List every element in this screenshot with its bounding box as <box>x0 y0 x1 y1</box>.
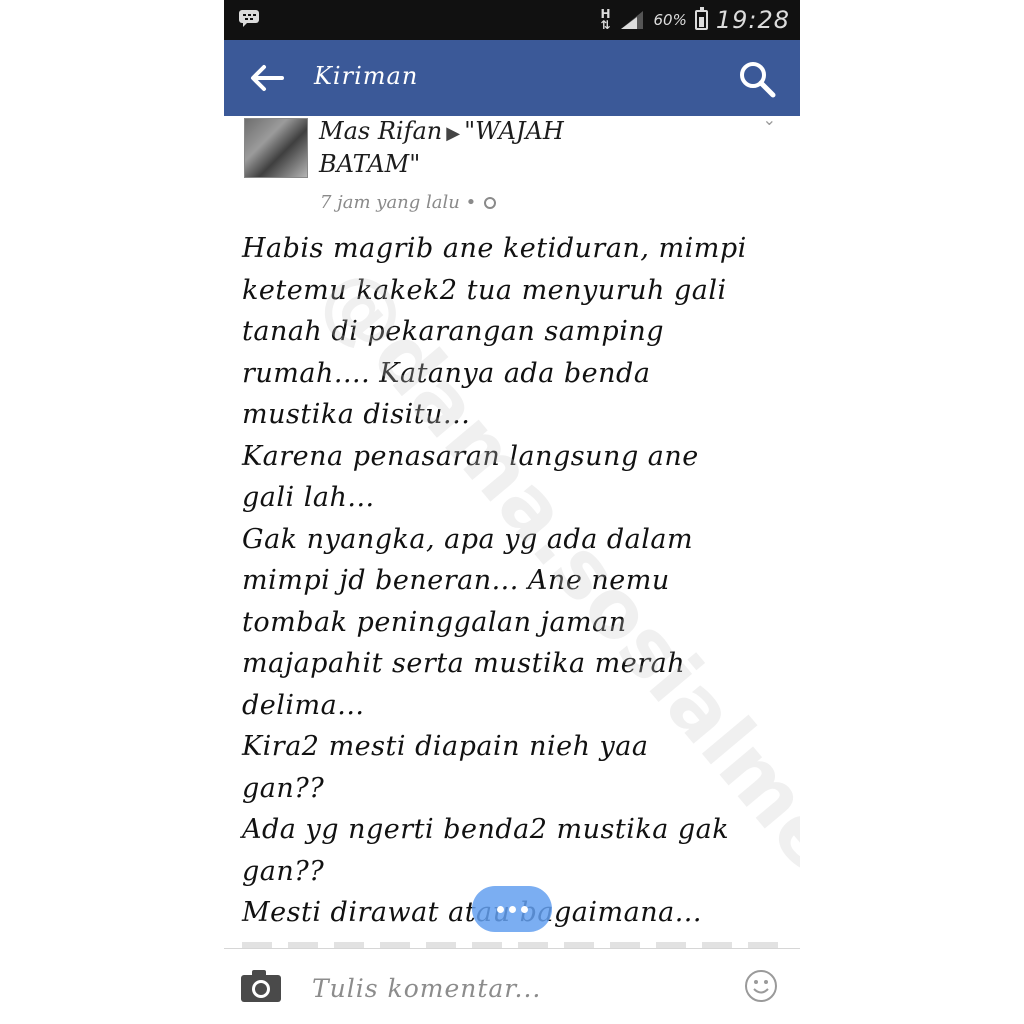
post-body-line: Gak nyangka, apa yg ada dalam <box>242 523 694 555</box>
post-body-line: Habis magrib ane ketiduran, mimpi <box>242 233 747 264</box>
comment-bar <box>224 948 800 1024</box>
dot-icon <box>508 905 516 913</box>
post-author-line: Mas Rifan ▶ "WAJAH BATAM" <box>319 116 649 179</box>
post-body-line: mustika disitu... <box>242 399 471 430</box>
arrow-right-icon: ▶ <box>446 123 461 144</box>
post-body-line: gan?? <box>242 772 325 804</box>
post-body-line: gali lah... <box>242 482 375 513</box>
post-body-line: tanah di pekarangan samping <box>242 316 665 347</box>
smiley-icon[interactable] <box>744 969 778 1003</box>
arrow-left-icon[interactable] <box>246 60 286 96</box>
dot-icon <box>496 905 504 913</box>
post-body-line: Ada yg ngerti benda2 mustika gak <box>242 814 730 845</box>
post-body-line: mimpi jd beneran... Ane nemu <box>242 565 670 596</box>
author-name[interactable]: Mas Rifan <box>319 117 442 145</box>
post-body-line: Kira2 mesti diapain nieh yaa <box>242 731 649 762</box>
globe-icon <box>483 197 496 209</box>
app-bar: Kiriman <box>224 40 800 116</box>
signal-icon <box>621 11 644 29</box>
post-body-line: majapahit serta mustika merah <box>242 648 686 679</box>
more-button[interactable] <box>472 886 552 932</box>
post-body-line: delima... <box>242 689 365 721</box>
avatar[interactable] <box>244 118 308 178</box>
clock: 19:28 <box>715 6 790 34</box>
post-meta: 7 jam yang lalu • <box>320 192 496 213</box>
phone-screen: H ⇅ 60% 19:28 Kiriman Mas Rifan ▶ "WAJAH BA… <box>224 0 800 1024</box>
post-body-line: Karena penasaran langsung ane <box>242 440 699 472</box>
comment-input[interactable] <box>310 967 704 1009</box>
battery-icon <box>694 7 708 30</box>
page-title: Kiriman <box>314 62 419 90</box>
bbm-icon <box>239 10 259 27</box>
battery-percent: 60% <box>653 11 687 29</box>
network-type: H ⇅ <box>600 7 611 32</box>
search-icon[interactable] <box>736 58 778 100</box>
post-body-line: rumah.... Katanya ada benda <box>242 357 651 389</box>
status-bar: H ⇅ 60% 19:28 <box>224 0 800 40</box>
chevron-down-icon[interactable]: ⌄ <box>763 110 776 129</box>
camera-icon[interactable] <box>240 969 282 1003</box>
post-body-line: ketemu kakek2 tua menyuruh gali <box>242 274 727 306</box>
dot-icon <box>520 905 528 913</box>
post-header: Mas Rifan ▶ "WAJAH BATAM" ⌄ 7 jam yang lal… <box>224 110 800 226</box>
post-body: Habis magrib ane ketiduran, mimpi ketemu … <box>242 228 790 934</box>
post-time: 7 jam yang lalu • <box>320 192 477 213</box>
post-body-line: tombak peninggalan jaman <box>242 606 627 638</box>
